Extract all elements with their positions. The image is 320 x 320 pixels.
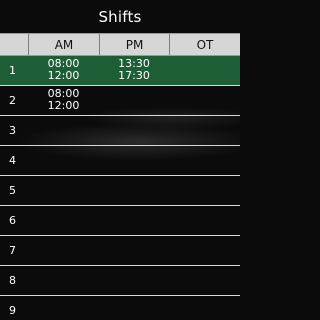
header-index-column bbox=[0, 34, 28, 55]
row-number: 5 bbox=[9, 184, 16, 197]
row-number: 7 bbox=[9, 244, 16, 257]
shift-time: 17:30 bbox=[118, 69, 150, 82]
row-number: 3 bbox=[9, 124, 16, 137]
am-cell[interactable]: 08:00 12:00 bbox=[28, 58, 99, 82]
row-number: 6 bbox=[9, 214, 16, 227]
row-number: 8 bbox=[9, 274, 16, 287]
shift-time: 12:00 bbox=[47, 99, 80, 112]
header-ot-column: OT bbox=[169, 34, 240, 55]
table-row[interactable]: 8 bbox=[0, 266, 240, 296]
shifts-screen: Shifts AM PM OT 1 08:00 12:00 13:30 17:30 2 08… bbox=[0, 0, 240, 320]
table-header: AM PM OT bbox=[0, 33, 240, 56]
pm-cell[interactable]: 13:30 17:30 bbox=[99, 58, 169, 82]
table-row[interactable]: 9 bbox=[0, 296, 240, 320]
table-row[interactable]: 5 bbox=[0, 176, 240, 206]
header-am-column: AM bbox=[28, 34, 99, 55]
row-number: 2 bbox=[9, 94, 16, 107]
row-number: 4 bbox=[9, 154, 16, 167]
table-row[interactable]: 3 bbox=[0, 116, 240, 146]
title-bar: Shifts bbox=[0, 0, 240, 33]
shift-list: 1 08:00 12:00 13:30 17:30 2 08:00 12:00 3 4 5 6 7 8 9 bbox=[0, 56, 240, 320]
am-cell[interactable]: 08:00 12:00 bbox=[28, 88, 99, 112]
table-row[interactable]: 6 bbox=[0, 206, 240, 236]
header-pm-column: PM bbox=[99, 34, 169, 55]
page-title: Shifts bbox=[98, 7, 142, 26]
row-number: 9 bbox=[9, 304, 16, 317]
row-number: 1 bbox=[9, 64, 16, 77]
table-row[interactable]: 1 08:00 12:00 13:30 17:30 bbox=[0, 56, 240, 86]
table-row[interactable]: 2 08:00 12:00 bbox=[0, 86, 240, 116]
table-row[interactable]: 4 bbox=[0, 146, 240, 176]
shift-time: 12:00 bbox=[47, 69, 80, 82]
table-row[interactable]: 7 bbox=[0, 236, 240, 266]
